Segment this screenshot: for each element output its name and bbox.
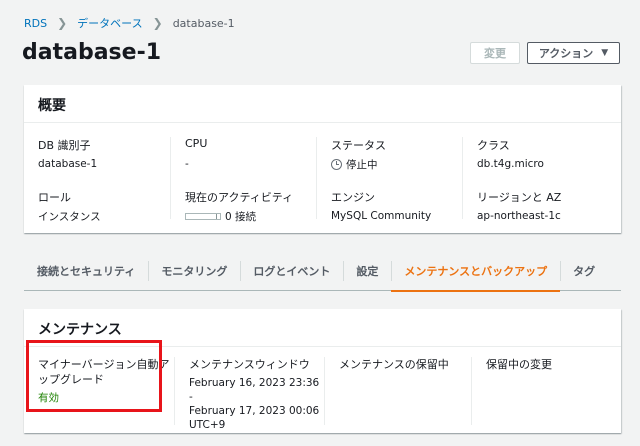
role-label: ロール [38,191,71,204]
tab-label: モニタリング [161,264,228,278]
role-value: インスタンス [38,210,101,223]
pending-maintenance-label: メンテナンスの保留中 [339,358,449,371]
tab-label: タグ [573,264,596,278]
actions-button-label: アクション [538,47,594,60]
engine-label: エンジン [331,191,375,204]
region-label: リージョンと AZ [477,191,562,204]
caret-down-icon: ▼ [601,48,609,58]
detail-tabs: 接続とセキュリティ モニタリング ログとイベント 設定 メンテナンスとバックアッ… [24,251,621,292]
cpu-label: CPU [185,137,208,150]
pending-maintenance-col: メンテナンスの保留中 [324,357,471,425]
status-value: 停止中 [346,158,378,171]
class-label: クラス [477,139,510,152]
tab-label: 接続とセキュリティ [37,264,136,278]
tab-configuration[interactable]: 設定 [343,251,391,291]
status-value-row: 停止中 [331,157,462,171]
summary-panel: 概要 DB 識別子 database-1 ロール インスタンス CPU - 現在… [24,85,621,233]
breadcrumb-databases-link[interactable]: データベース [77,15,142,31]
pending-changes-col: 保留中の変更 [471,357,621,425]
engine-value: MySQL Community [331,210,432,222]
status-label: ステータス [331,139,386,152]
class-value: db.t4g.micro [477,158,544,170]
clock-icon [331,158,342,170]
summary-grid: DB 識別子 database-1 ロール インスタンス CPU - 現在のアク… [24,123,621,233]
region-value: ap-northeast-1c [477,210,561,222]
summary-col-1: DB 識別子 database-1 ロール インスタンス [24,137,170,223]
page-title: database-1 [22,40,162,65]
activity-label: 現在のアクティビティ [185,191,294,204]
modify-button[interactable]: 変更 [470,42,520,64]
pending-changes-label: 保留中の変更 [486,358,552,371]
tab-tags[interactable]: タグ [560,251,608,291]
tab-label: 設定 [356,264,379,278]
maintenance-window-label: メンテナンスウィンドウ [189,358,310,371]
tab-connectivity-security[interactable]: 接続とセキュリティ [24,251,148,291]
summary-col-4: クラス db.t4g.micro リージョンと AZ ap-northeast-… [462,137,621,222]
db-id-value: database-1 [38,158,98,170]
highlight-box [26,340,162,412]
maintenance-window-value: February 16, 2023 23:36 - February 17, 2… [189,376,324,432]
tab-label: メンテナンスとバックアップ [404,264,548,278]
tab-label: ログとイベント [253,264,331,278]
chevron-right-icon: ❯ [152,16,163,30]
chevron-right-icon: ❯ [57,16,68,30]
window-value-line: UTC+9 [189,419,226,431]
tab-maintenance-backups[interactable]: メンテナンスとバックアップ [391,251,560,292]
breadcrumb-rds-link[interactable]: RDS [24,17,47,30]
actions-dropdown-button[interactable]: アクション ▼ [527,42,620,64]
summary-col-2: CPU - 現在のアクティビティ 0 接続 [170,137,316,223]
summary-col-3: ステータス 停止中 エンジン MySQL Community [316,137,462,222]
window-value-line: February 17, 2023 00:06 [189,405,320,417]
db-id-label: DB 識別子 [38,139,91,152]
activity-value-row: 0 接続 [185,209,316,223]
cpu-value: - [185,158,189,170]
activity-bar [185,212,221,220]
breadcrumb: RDS ❯ データベース ❯ database-1 [24,15,235,31]
summary-header: 概要 [24,85,621,123]
breadcrumb-current: database-1 [172,16,235,30]
activity-value: 0 接続 [225,210,257,223]
tab-logs-events[interactable]: ログとイベント [240,251,343,291]
tab-monitoring[interactable]: モニタリング [148,251,240,291]
maintenance-window-col: メンテナンスウィンドウ February 16, 2023 23:36 - Fe… [174,357,324,431]
window-value-line: February 16, 2023 23:36 - [189,377,320,403]
modify-button-label: 変更 [484,47,506,60]
